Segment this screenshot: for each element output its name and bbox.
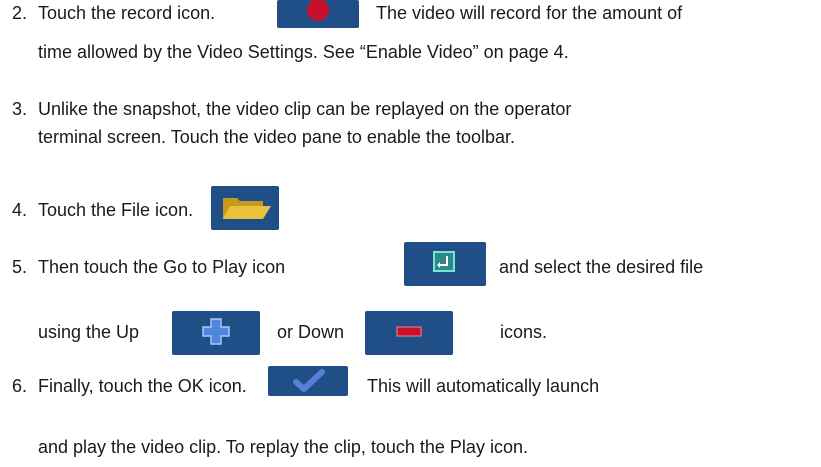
checkmark-icon (268, 366, 348, 396)
step-text: and select the desired file (499, 257, 704, 277)
step-number: 5. (12, 257, 28, 277)
step-number: 4. (12, 200, 28, 220)
step-text: and play the video clip. To replay the c… (38, 437, 528, 457)
step-number: 6. (12, 376, 28, 396)
record-icon (277, 0, 359, 28)
step-text: The video will record for the amount of (376, 3, 683, 23)
minus-icon (365, 311, 453, 355)
step-text: using the Up (38, 322, 140, 342)
step-text: icons. (500, 322, 548, 342)
step-text: Unlike the snapshot, the video clip can … (38, 99, 572, 119)
step-text: This will automatically launch (367, 376, 600, 396)
step-text: terminal screen. Touch the video pane to… (38, 127, 515, 147)
folder-icon (211, 186, 279, 230)
step-number: 3. (12, 99, 28, 119)
step-text: Finally, touch the OK icon. (38, 376, 247, 396)
step-text: time allowed by the Video Settings. See … (38, 42, 569, 62)
plus-icon (172, 311, 260, 355)
step-number: 2. (12, 3, 28, 23)
step-text: Then touch the Go to Play icon (38, 257, 286, 277)
step-text: or Down (277, 322, 345, 342)
step-text: Touch the File icon. (38, 200, 194, 220)
go-to-play-icon (404, 242, 486, 286)
step-text: Touch the record icon. (38, 3, 216, 23)
